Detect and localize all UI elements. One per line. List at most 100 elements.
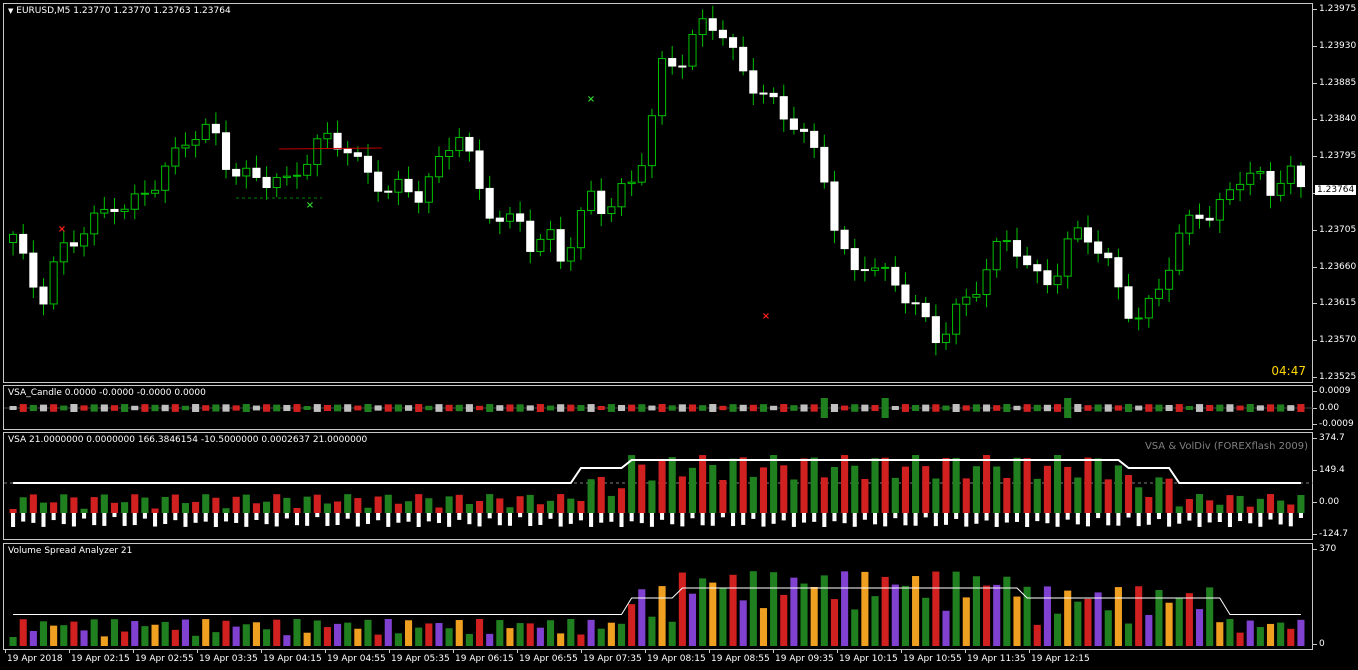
main-price-scale[interactable]: 1.23975 1.23930 1.23885 1.23840 1.23795 1.237… [1313, 3, 1358, 383]
vsa-volume-bar [394, 503, 402, 513]
analyzer-volume-bar [516, 623, 524, 646]
vsa-spread-bar [234, 513, 239, 523]
vsa-volume-bar [1145, 497, 1153, 513]
vsa-candle-panel[interactable]: VSA_Candle 0.0000 -0.0000 -0.0000 0.0000 [3, 385, 1314, 430]
candle-body [140, 192, 149, 195]
time-label: 19 Apr 11:35 [967, 654, 1026, 664]
vsa-panel[interactable]: VSA 21.0000000 0.0000000 166.3846154 -10… [3, 432, 1314, 540]
vsa-spread-bar [893, 513, 898, 519]
candle-body [1094, 241, 1103, 254]
candle-body [1175, 232, 1184, 271]
vsa-spread-bar [376, 513, 381, 521]
candle-body [343, 148, 352, 154]
vsa-spread-bar [1177, 513, 1182, 524]
candle-body [931, 316, 940, 344]
vsa-candle-bar [100, 404, 108, 412]
vsa-candle-bar [39, 404, 48, 412]
analyzer-volume-bar [668, 621, 676, 646]
price-label: 1.23525 [1319, 372, 1357, 382]
vsa-spread-bar [305, 513, 310, 526]
analyzer-volume-bar [952, 571, 960, 646]
candle-body [1154, 288, 1164, 299]
vsa-volume-bar [181, 503, 190, 513]
vsa-watermark: VSA & VolDiv (FOREXflash 2009) [1144, 441, 1308, 452]
time-label: 19 Apr 07:35 [583, 654, 642, 664]
vsa-analyzer-panel[interactable]: Volume Spread Analyzer 21 [3, 543, 1313, 650]
vsa-candle-bar [709, 404, 717, 412]
analyzer-volume-bar [1216, 622, 1224, 646]
vsa-spread-bar [741, 513, 746, 525]
candle-body [759, 92, 768, 95]
vsa-spread-bar [1025, 513, 1030, 527]
vsa-spread-bar [883, 513, 888, 527]
vsa-volume-bar [719, 479, 727, 513]
vsa-volume-bar [293, 507, 301, 513]
vsa-volume-bar [526, 494, 534, 513]
analyzer-volume-bar [121, 631, 129, 646]
vsa-candle-bar [952, 404, 960, 412]
vsa-spread-bar [82, 513, 87, 519]
candle-body [1083, 227, 1093, 243]
price-label: 1.23795 [1319, 151, 1357, 162]
vsa-volume-bar [1246, 506, 1254, 513]
candle-body [576, 210, 585, 249]
vsa-candle-bar [425, 405, 433, 411]
vsa-spread-bar [538, 513, 543, 525]
vsa-volume-bar [39, 502, 48, 513]
candle-body [424, 176, 433, 203]
vsa-analyzer-scale: 370 0 [1313, 543, 1358, 650]
price-label: 1.23885 [1319, 77, 1357, 88]
analyzer-volume-bar [323, 627, 331, 646]
candlestick-chart[interactable]: × × × × [4, 4, 1314, 384]
analyzer-volume-bar [334, 623, 342, 646]
time-tick [389, 650, 390, 653]
vsa-volume-bar [851, 465, 859, 513]
vsa-volume-bar [1297, 495, 1305, 513]
candle-body [1144, 297, 1153, 319]
vsa-volume-bar [100, 494, 108, 513]
vsa-spread-bar [487, 513, 492, 519]
vsa-spread-bar [1278, 513, 1283, 525]
vsa-spread-bar [974, 513, 979, 524]
vsa-candle-bar [841, 405, 849, 411]
candle-body [840, 229, 849, 250]
vsa-candle-bar [912, 404, 920, 412]
vsa-spread-bar [913, 513, 918, 526]
analyzer-volume-bar [435, 623, 443, 646]
price-label: 1.23615 [1319, 298, 1357, 309]
vsa-spread-bar [923, 513, 928, 518]
vsa-candle-bar [526, 405, 534, 411]
vsa-candle-bar [202, 405, 210, 411]
vsa-volume-bar [739, 457, 747, 513]
vsa-spread-bar [1014, 513, 1020, 522]
candle-body [384, 190, 393, 193]
vsa-candle-bar [780, 404, 788, 412]
vsa-candle-bar [577, 404, 585, 412]
vsa-candle-bar [1114, 405, 1122, 411]
vsa-volume-bar [1033, 478, 1041, 513]
candle-body [414, 191, 423, 203]
analyzer-volume-bar [465, 633, 473, 646]
candle-body [90, 212, 99, 235]
vsa-candle-bar [972, 404, 980, 412]
analyzer-volume-bar [526, 623, 534, 646]
analyzer-volume-bar [192, 635, 200, 646]
vsa-candle-bar [1226, 404, 1234, 412]
time-axis[interactable]: 19 Apr 2018 19 Apr 02:15 19 Apr 02:55 19 Ap… [3, 650, 1313, 670]
vsa-volume-bar [222, 508, 230, 513]
vsa-spread-bar [1075, 513, 1080, 525]
main-price-panel[interactable]: × × × × ▼ EURUSD,M5 1.23770 1.23770 1.23763… [3, 3, 1313, 383]
candle-body [769, 92, 778, 98]
dropdown-triangle-icon[interactable]: ▼ [8, 7, 13, 15]
price-tick [1313, 229, 1317, 231]
vsa-spread-bar [832, 513, 837, 522]
vsa-volume-bar [242, 494, 250, 513]
vsa-candle-bar [1277, 404, 1285, 412]
vsa-volume-bar [141, 497, 149, 513]
vsa-candle-bar [1124, 404, 1133, 412]
analyzer-volume-bar [1287, 628, 1295, 646]
vsa-spread-bar [1126, 513, 1131, 518]
vsa-volume-bar [972, 466, 980, 513]
vsa-candle-bar [800, 404, 808, 412]
vsa-volume-bar [323, 503, 331, 513]
